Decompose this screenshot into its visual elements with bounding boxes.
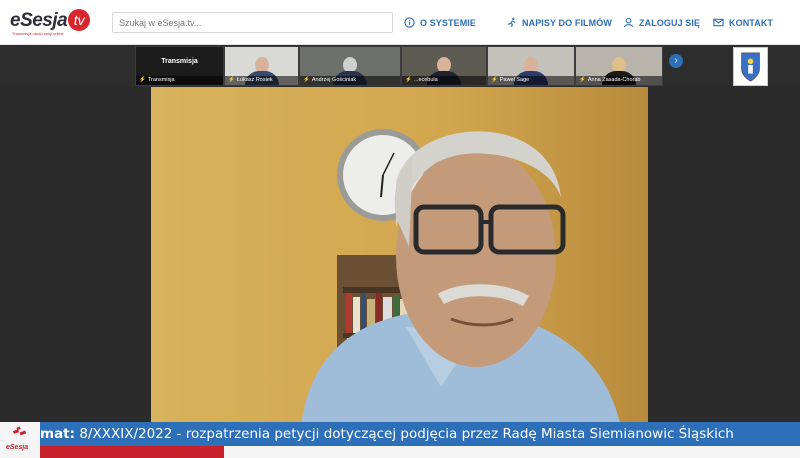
coat-of-arms-icon (733, 47, 768, 86)
participant-tile[interactable]: ⚡ ...ecebula (401, 46, 487, 86)
participant-name: ⚡ Paweł Sage (488, 76, 574, 85)
logo-tagline: Transmisja obrad sesji online (12, 31, 64, 36)
mic-icon: ⚡ (405, 77, 412, 83)
speaker-video-frame (151, 87, 648, 427)
nav-kontakt[interactable]: KONTAKT (713, 0, 773, 45)
nav-label: ZALOGUJ SIĘ (639, 17, 701, 28)
news-ticker: eSesja mat: 8/XXXIX/2022 - rozpatrzenia … (0, 422, 800, 458)
mic-icon: ⚡ (579, 77, 586, 83)
main-video-feed[interactable] (151, 87, 648, 427)
participant-name: ⚡ Andrzej Gościniak (300, 76, 400, 85)
ticker-text-bar: mat: 8/XXXIX/2022 - rozpatrzenia petycji… (40, 422, 800, 446)
info-circle-icon (404, 17, 415, 28)
mic-icon: ⚡ (139, 77, 146, 83)
mic-icon: ⚡ (228, 77, 235, 83)
participant-name: ⚡ ...ecebula (402, 76, 486, 85)
nav-label: O SYSTEMIE (420, 17, 477, 28)
logo-text: eSesja (10, 10, 68, 31)
nav-label: KONTAKT (729, 17, 774, 28)
running-figure-icon (507, 17, 516, 28)
nav-label: NAPISY DO FILMÓW (522, 17, 612, 28)
search-input[interactable] (112, 12, 393, 33)
mic-icon: ⚡ (491, 77, 498, 83)
nav-napisy-do-filmow[interactable]: NAPISY DO FILMÓW (506, 0, 612, 45)
esesja-logo[interactable]: eSesja tv Transmisja obrad sesji online (10, 9, 91, 37)
participant-name: ⚡ Łukasz Rosiek (225, 76, 298, 85)
logo-tv-badge: tv (68, 9, 91, 31)
chevron-right-icon[interactable]: › (669, 54, 683, 68)
participant-tile[interactable]: ⚡ Anna Zasada-Chorab (575, 46, 663, 86)
esesja-ticker-logo: eSesja (4, 426, 38, 456)
top-header: eSesjatv Transmisja obrad sesji online O… (0, 0, 800, 45)
participant-name: ⚡ Anna Zasada-Chorab (576, 76, 662, 85)
participant-tile[interactable]: Transmisja ⚡ Transmisja (135, 46, 224, 86)
participant-strip: Transmisja ⚡ Transmisja ⚡ Łukasz Rosiek ⚡ A… (0, 45, 800, 87)
participant-name: ⚡ Transmisja (136, 76, 223, 85)
ticker-logo-text: eSesja (6, 444, 29, 451)
transmission-title: Transmisja (161, 58, 198, 65)
user-icon (623, 17, 634, 28)
ticker-text: 8/XXXIX/2022 - rozpatrzenia petycji doty… (79, 426, 734, 442)
participant-tile[interactable]: ⚡ Paweł Sage (487, 46, 575, 86)
participant-tile[interactable]: ⚡ Andrzej Gościniak (299, 46, 401, 86)
ticker-prefix: mat: (40, 426, 76, 442)
ticker-red-bar (40, 446, 224, 458)
nav-zaloguj-sie[interactable]: ZALOGUJ SIĘ (623, 0, 700, 45)
envelope-icon (713, 18, 724, 27)
mic-icon: ⚡ (303, 77, 310, 83)
participant-tile[interactable]: ⚡ Łukasz Rosiek (224, 46, 299, 86)
nav-o-systemie[interactable]: O SYSTEMIE (404, 0, 476, 45)
